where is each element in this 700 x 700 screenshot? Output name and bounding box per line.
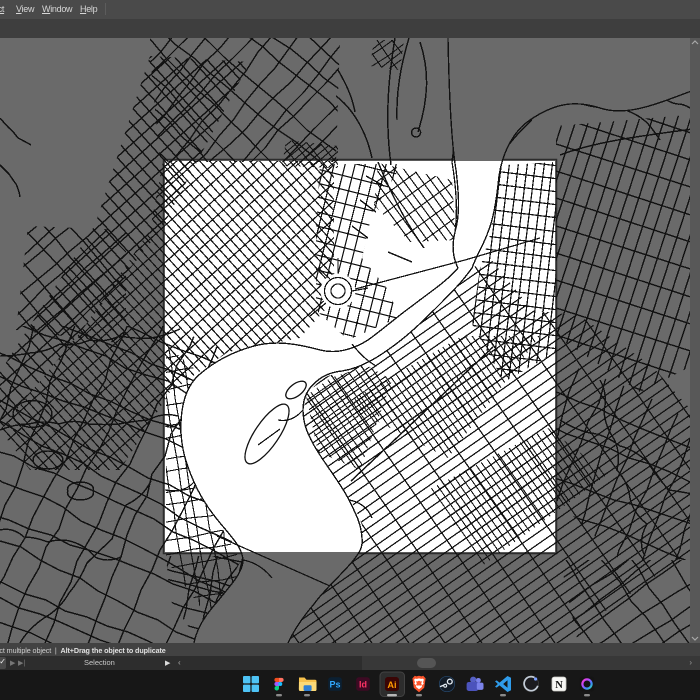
svg-text:Ps: Ps (329, 680, 340, 690)
svg-text:Id: Id (359, 680, 367, 690)
svg-text:N: N (555, 680, 563, 691)
svg-text:Ai: Ai (387, 680, 396, 690)
